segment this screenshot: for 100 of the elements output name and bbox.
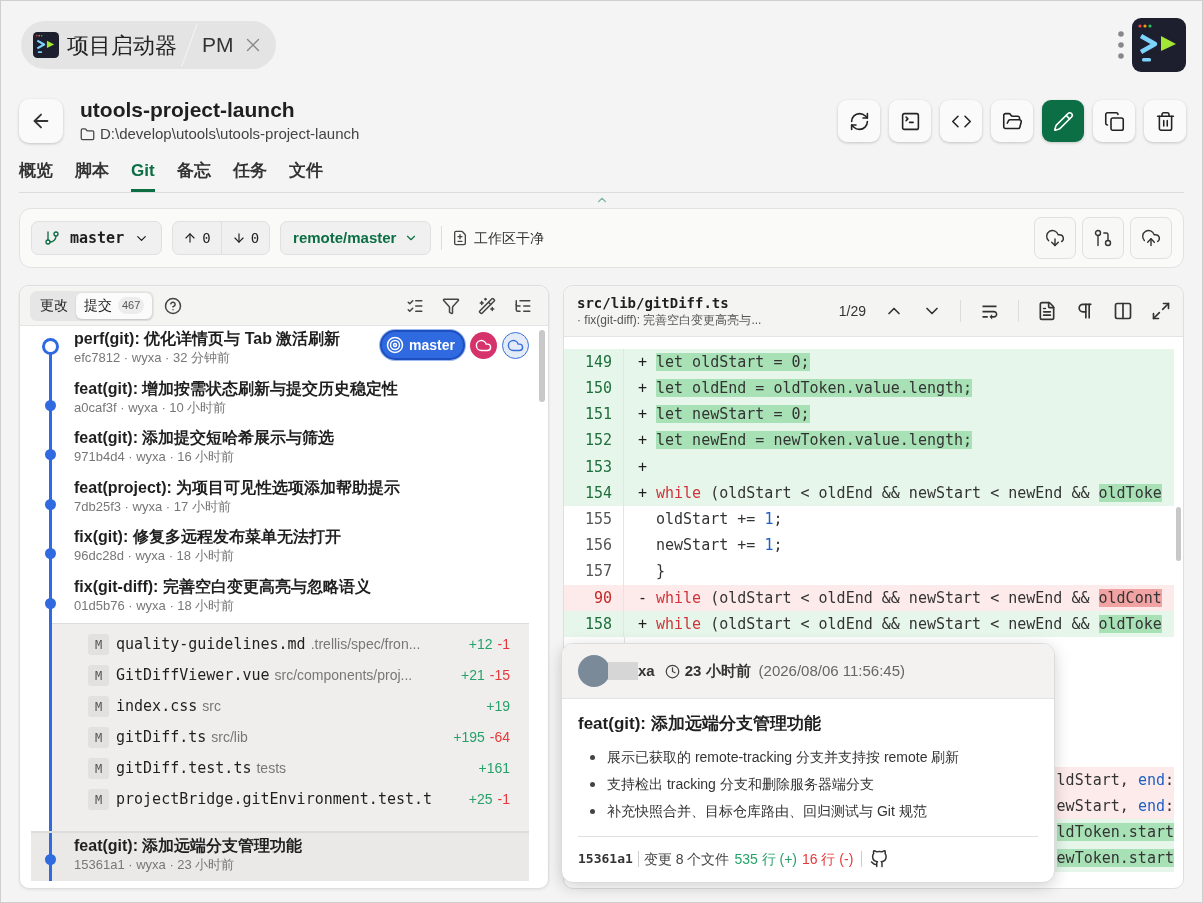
- author-name: xa: [638, 660, 655, 681]
- branch-icon: [44, 230, 60, 246]
- commit-row[interactable]: fix(git): 修复多远程发布菜单无法打开 96dc28d · wyxa · 18 小时前: [31, 524, 529, 574]
- github-icon[interactable]: [870, 850, 889, 868]
- diff-sign: +: [638, 456, 649, 478]
- scrollbar-thumb[interactable]: [1176, 507, 1181, 561]
- file-status-badge: M: [88, 758, 109, 779]
- edit-button[interactable]: [1042, 100, 1084, 143]
- lines-added: +25: [468, 790, 493, 809]
- bullet-icon: [590, 754, 595, 760]
- branch-badge[interactable]: master: [380, 330, 465, 360]
- branch-compare-icon: [1093, 228, 1113, 248]
- commit-title: perf(git): 优化详情页与 Tab 激活刷新: [74, 329, 341, 349]
- file-name: quality-guidelines.md: [116, 634, 306, 656]
- line-number: 90: [592, 587, 612, 609]
- folder-icon: [1001, 110, 1023, 132]
- file-directory: src: [202, 697, 221, 716]
- changed-file-row[interactable]: M quality-guidelines.md .trellis/spec/fron... +12 -1: [88, 629, 510, 660]
- commit-title: fix(git): 修复多远程发布菜单无法打开: [74, 527, 341, 547]
- commit-row[interactable]: feat(git): 增加按需状态刷新与提交历史稳定性 a0caf3f · wyxa · 10 小时前: [31, 375, 529, 425]
- code-button[interactable]: [940, 100, 982, 143]
- commit-node: [45, 548, 56, 559]
- folder-icon: [80, 126, 95, 142]
- line-number: 154: [583, 482, 612, 504]
- remote-dropdown[interactable]: remote/master: [280, 221, 432, 255]
- commit-row[interactable]: feat(project): 为项目可见性选项添加帮助提示 7db25f3 · wyxa · 17 小时前: [31, 474, 529, 524]
- changed-file-row[interactable]: M index.css src +19: [88, 691, 510, 722]
- delete-button[interactable]: [1144, 100, 1186, 143]
- file-status-badge: M: [88, 727, 109, 748]
- changed-file-row[interactable]: M GitDiffViewer.vue src/components/proj... +21 -15: [88, 660, 510, 691]
- remote-badge[interactable]: [470, 331, 497, 359]
- commit-row[interactable]: feat(git): 添加远端分支管理功能 15361a1 · wyxa · 23 小时前: [31, 831, 529, 881]
- panel-tab[interactable]: 更改: [32, 292, 76, 319]
- remote-badge[interactable]: [502, 331, 529, 359]
- pilcrow-icon[interactable]: [1075, 301, 1095, 321]
- page-tab[interactable]: 脚本: [75, 157, 109, 192]
- cloud-download-icon: [1045, 228, 1065, 248]
- filter-icon[interactable]: [442, 296, 460, 315]
- terminal-icon: [899, 110, 921, 132]
- change-position: 1/29: [838, 301, 866, 321]
- lines-added: +161: [478, 759, 510, 778]
- lines-added: +12: [468, 635, 493, 654]
- commit-row[interactable]: fix(git-diff): 完善空白变更高亮与忽略语义 01d5b76 · wyxa · 18 小时前: [31, 573, 529, 623]
- commit-title: fix(git-diff): 完善空白变更高亮与忽略语义: [74, 576, 371, 597]
- target-icon: [386, 336, 405, 354]
- pencil-icon: [1052, 110, 1074, 132]
- changed-file-row[interactable]: M projectBridge.gitEnvironment.test.t +25 -1: [88, 784, 510, 815]
- pull-button[interactable]: [1034, 217, 1076, 259]
- line-number: 151: [583, 404, 612, 426]
- magic-wand-icon[interactable]: [478, 296, 496, 315]
- page-tab[interactable]: 概览: [19, 157, 53, 192]
- code-text: ewToken.start: [1056, 848, 1174, 870]
- back-button[interactable]: [19, 99, 63, 144]
- app-tab[interactable]: 项目启动器 PM: [21, 21, 276, 69]
- changed-file-row[interactable]: M gitDiff.test.ts tests +161: [88, 753, 510, 784]
- commit-body-line: 补充快照合并、目标仓库路由、回归测试与 Git 规范: [607, 801, 927, 821]
- bullet-icon: [590, 781, 595, 787]
- line-number: 150: [583, 378, 612, 400]
- trash-icon: [1154, 110, 1176, 132]
- copy-button[interactable]: [1093, 100, 1135, 143]
- commit-body-line: 展示已获取的 remote-tracking 分支并支持按 remote 刷新: [607, 747, 960, 767]
- refresh-button[interactable]: [838, 100, 880, 143]
- commit-meta: efc7812 · wyxa · 32 分钟前: [74, 349, 232, 366]
- behind-count[interactable]: 0: [221, 222, 270, 254]
- code-text: let oldEnd = oldToken.value.length;: [656, 378, 973, 400]
- page-tab[interactable]: 备忘: [176, 157, 211, 192]
- expand-icon[interactable]: [1151, 301, 1171, 321]
- file-icon[interactable]: [1037, 301, 1057, 321]
- diff-file-path: src/lib/gitDiff.ts: [577, 293, 730, 312]
- split-view-icon[interactable]: [1113, 301, 1133, 321]
- working-tree-status: 工作区干净: [474, 228, 545, 248]
- changed-file-row[interactable]: M gitDiff.ts src/lib +195 -64: [88, 722, 510, 753]
- terminal-button[interactable]: [889, 100, 931, 143]
- more-icon[interactable]: [1118, 31, 1124, 59]
- branch-dropdown[interactable]: master: [31, 221, 163, 255]
- folder-button[interactable]: [991, 100, 1033, 143]
- push-button[interactable]: [1130, 217, 1172, 259]
- page-tab[interactable]: Git: [131, 157, 155, 192]
- scrollbar-thumb[interactable]: [539, 330, 545, 402]
- commit-title: feat(git): 增加按需状态刷新与提交历史稳定性: [74, 378, 399, 399]
- avatar: [578, 655, 610, 687]
- page-tab[interactable]: 任务: [232, 157, 267, 192]
- line-number: 157: [583, 561, 612, 583]
- compare-button[interactable]: [1082, 217, 1124, 259]
- lines-added: +195: [453, 728, 485, 747]
- commit-hash: 15361a1: [578, 850, 633, 869]
- lines-added: +21: [461, 666, 485, 685]
- page-tab[interactable]: 文件: [288, 157, 323, 192]
- app-logo-icon: [1132, 18, 1186, 72]
- bullet-icon: [590, 808, 595, 814]
- project-name: utools-project-launch: [80, 97, 296, 123]
- help-icon[interactable]: [164, 296, 183, 315]
- line-number: 156: [583, 535, 612, 557]
- commit-row[interactable]: perf(git): 优化详情页与 Tab 激活刷新 efc7812 · wyxa · 32 分钟前 master: [31, 326, 529, 376]
- app-title: 项目启动器: [67, 31, 177, 60]
- file-name: gitDiff.test.ts: [116, 758, 252, 780]
- panel-tab[interactable]: 提交 467: [76, 292, 153, 319]
- ahead-count[interactable]: 0: [173, 222, 222, 254]
- commit-row[interactable]: feat(git): 添加提交短哈希展示与筛选 971b4d4 · wyxa · 16 小时前: [31, 425, 529, 475]
- line-number: 155: [583, 508, 612, 530]
